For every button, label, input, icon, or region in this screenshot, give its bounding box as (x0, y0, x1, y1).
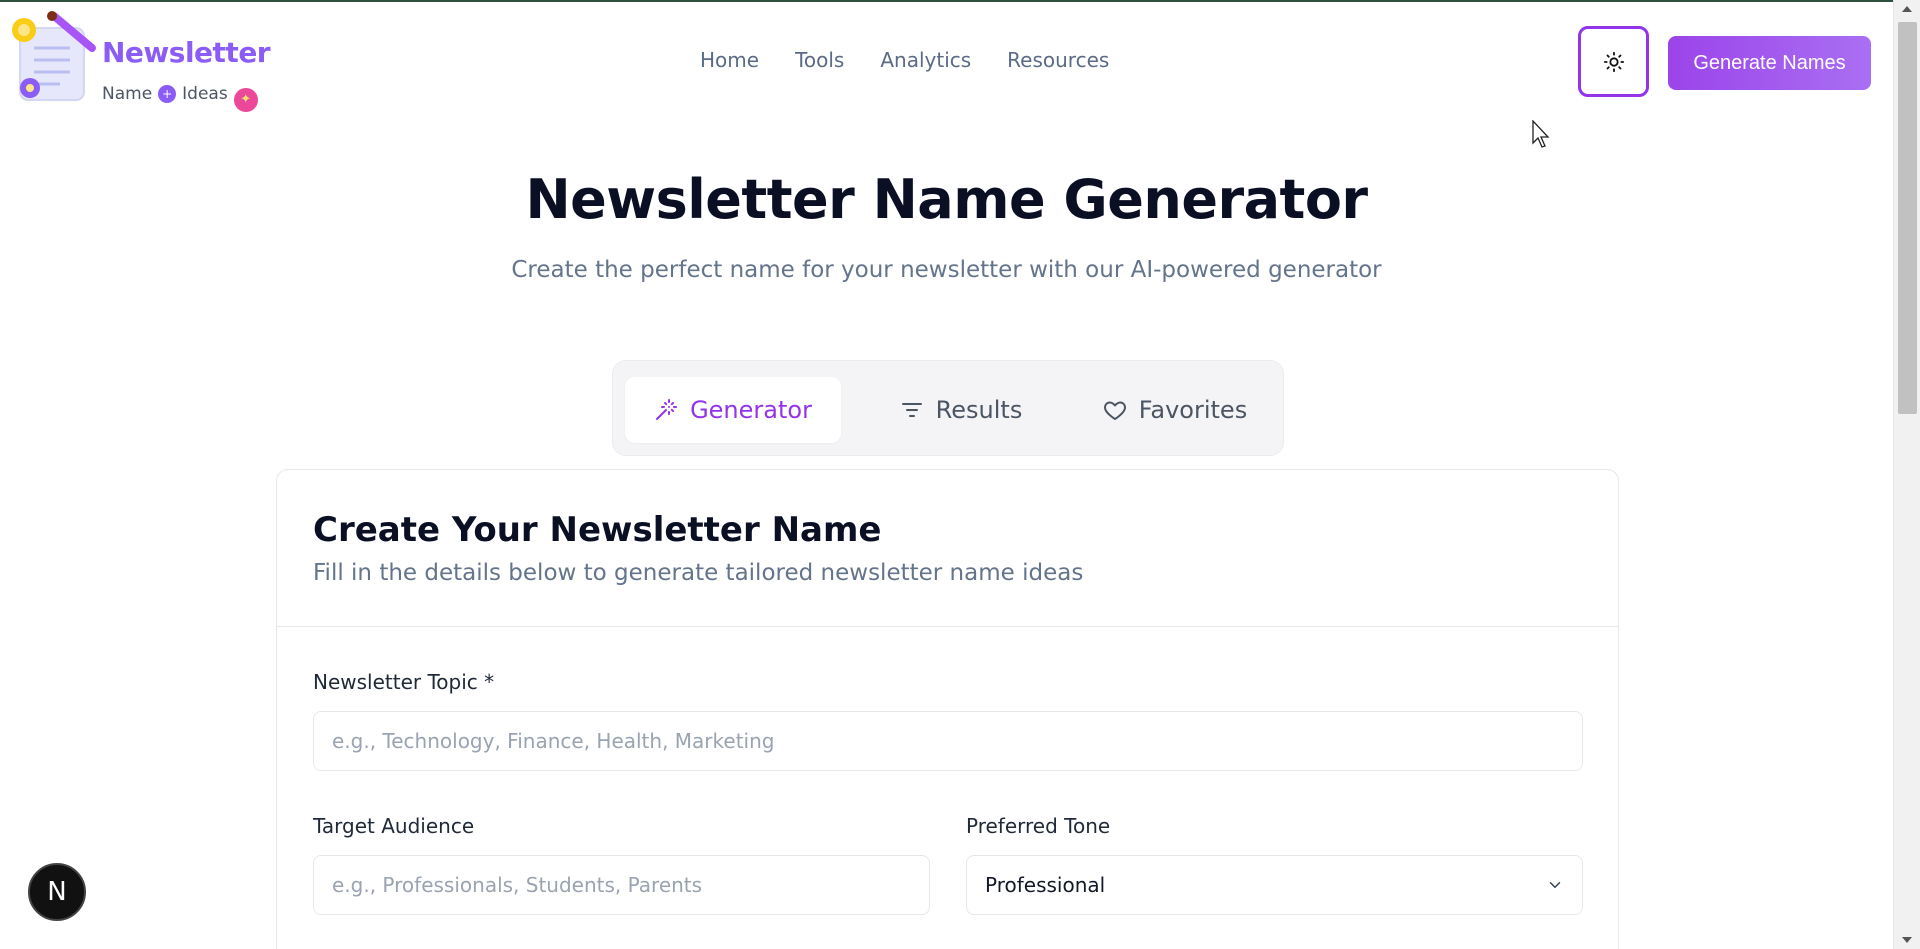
tab-favorites[interactable]: Favorites (1075, 377, 1275, 443)
newsletter-logo-icon (12, 11, 96, 101)
tab-favorites-label: Favorites (1138, 396, 1248, 424)
tab-bar: Generator Results Favorites (612, 360, 1284, 456)
tone-select[interactable]: Professional (966, 855, 1583, 915)
tab-generator-label: Generator (690, 396, 812, 424)
sparkle-icon: ✦ (233, 88, 258, 112)
theme-toggle-button[interactable] (1578, 26, 1649, 97)
tab-results-label: Results (935, 396, 1023, 424)
nav-home[interactable]: Home (700, 48, 759, 72)
audience-label: Target Audience (313, 814, 475, 838)
topic-input[interactable]: e.g., Technology, Finance, Health, Marke… (313, 711, 1583, 771)
nav-analytics[interactable]: Analytics (880, 48, 971, 72)
generate-names-button[interactable]: Generate Names (1668, 36, 1871, 90)
nextjs-dev-badge[interactable]: N (28, 863, 86, 921)
filter-icon (901, 403, 922, 417)
scroll-thumb[interactable] (1898, 22, 1917, 414)
card-header: Create Your Newsletter Name Fill in the … (277, 470, 1618, 627)
main-nav: Home Tools Analytics Resources (700, 48, 1145, 72)
page-scrollbar[interactable] (1893, 0, 1920, 949)
scroll-down-arrow-icon[interactable] (1902, 937, 1912, 943)
tone-value: Professional (985, 873, 1106, 897)
sun-icon (1603, 51, 1624, 72)
badge-letter: N (47, 877, 67, 907)
topic-label: Newsletter Topic * (313, 670, 495, 694)
form-title: Create Your Newsletter Name (313, 510, 882, 550)
page-title: Newsletter Name Generator (525, 168, 1368, 231)
tab-results[interactable]: Results (861, 377, 1061, 443)
brand-subtitle: Name + Ideas ✦ (102, 76, 258, 112)
brand-title: Newsletter (102, 36, 271, 69)
mouse-cursor-icon (1532, 120, 1550, 148)
generator-form-card: Create Your Newsletter Name Fill in the … (276, 469, 1619, 949)
form-description: Fill in the details below to generate ta… (313, 560, 1084, 586)
brand-logo[interactable]: Newsletter Name + Ideas ✦ (10, 8, 271, 112)
plus-icon: + (158, 85, 177, 103)
heart-icon (1103, 401, 1126, 420)
tone-label: Preferred Tone (966, 814, 1111, 838)
brand-sub-right: Ideas (182, 84, 228, 104)
scroll-up-arrow-icon[interactable] (1902, 6, 1912, 12)
chevron-down-icon (1549, 882, 1561, 888)
audience-input[interactable]: e.g., Professionals, Students, Parents (313, 855, 930, 915)
site-header: Newsletter Name + Ideas ✦ Home Tools Ana… (0, 2, 1893, 120)
page-subtitle: Create the perfect name for your newslet… (511, 257, 1382, 283)
tab-generator[interactable]: Generator (625, 377, 841, 443)
nav-resources[interactable]: Resources (1007, 48, 1109, 72)
nav-tools[interactable]: Tools (795, 48, 844, 72)
magic-wand-icon (656, 399, 678, 420)
brand-sub-left: Name (102, 84, 153, 104)
